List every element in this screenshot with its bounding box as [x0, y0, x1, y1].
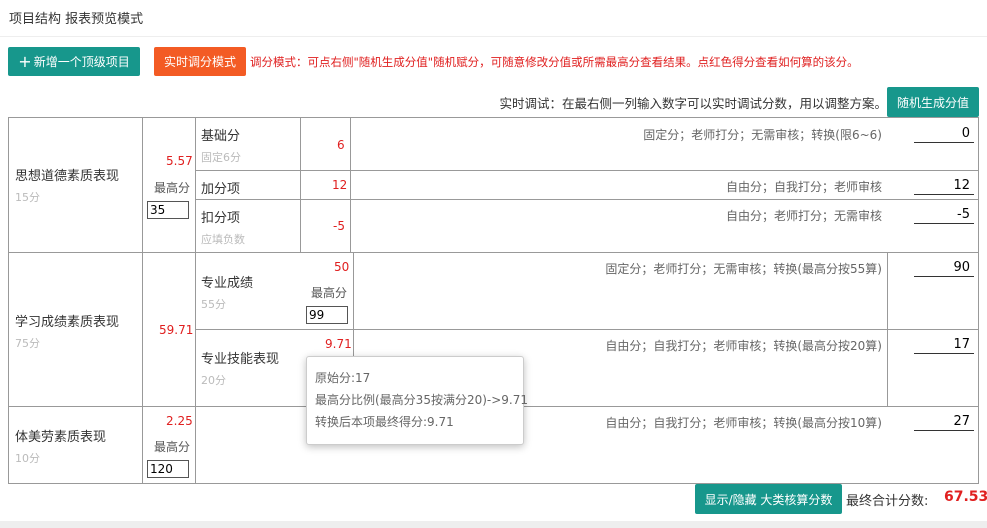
group-divider: [9, 252, 979, 253]
item-name: 加分项: [201, 182, 241, 197]
item-score[interactable]: 9.71: [325, 337, 352, 351]
title-divider: [0, 36, 987, 37]
toggle-category-score-button[interactable]: 显示/隐藏 大类核算分数: [695, 484, 842, 514]
col-divider: [300, 118, 301, 252]
max-score-label: 最高分: [154, 181, 191, 195]
random-score-button[interactable]: 随机生成分值: [887, 87, 979, 117]
item-name: 专业成绩: [201, 276, 254, 291]
item-name: 专业技能表现: [201, 352, 280, 367]
item-rule: 自由分；自我打分；老师审核；转换(最高分按10算): [605, 416, 882, 430]
bottom-scrollbar-track: [0, 521, 987, 528]
item-points: 固定6分: [201, 151, 241, 164]
plus-icon: +: [18, 51, 32, 71]
score-tooltip: 原始分:17 最高分比例(最高分35按满分20)->9.71 转换后本项最终得分…: [306, 356, 529, 445]
item-score-input[interactable]: [914, 176, 974, 195]
realtime-mode-button[interactable]: 实时调分模式: [154, 47, 246, 76]
item-name: 扣分项: [201, 211, 241, 226]
max-score-label: 最高分: [311, 286, 348, 300]
item-score[interactable]: -5: [333, 219, 345, 233]
group-name: 体美劳素质表现: [15, 430, 107, 445]
item-rule: 自由分；自我打分；老师审核；转换(最高分按20算): [605, 339, 882, 353]
row-divider: [195, 170, 979, 171]
tooltip-ratio: 最高分比例(最高分35按满分20)->9.71: [315, 393, 529, 407]
group-points: 75分: [15, 337, 40, 350]
item-rule: 固定分；老师打分；无需审核；转换(限6~6): [643, 128, 882, 142]
item-name: 基础分: [201, 129, 241, 144]
item-score-input[interactable]: [914, 335, 974, 354]
group-score[interactable]: 59.71: [159, 323, 193, 337]
row-divider: [195, 199, 979, 200]
row-divider: [195, 329, 979, 330]
item-score-input[interactable]: [914, 124, 974, 143]
max-score-input[interactable]: [306, 306, 348, 324]
max-score-label: 最高分: [154, 440, 191, 454]
final-score-label: 最终合计分数:: [846, 494, 929, 509]
item-score[interactable]: 12: [332, 178, 347, 192]
final-score-value: 67.53: [944, 489, 987, 505]
page-title: 项目结构 报表预览模式: [9, 12, 144, 27]
debug-hint: 实时调试：在最右侧一列输入数字可以实时调试分数，用以调整方案。: [499, 96, 887, 111]
add-top-item-label: 新增一个顶级项目: [33, 55, 130, 69]
item-score-input[interactable]: [914, 412, 974, 431]
tooltip-final: 转换后本项最终得分:9.71: [315, 415, 454, 429]
group-score[interactable]: 2.25: [166, 414, 193, 428]
item-score-input[interactable]: [914, 258, 974, 277]
group-name: 学习成绩素质表现: [15, 315, 120, 330]
item-points: 55分: [201, 298, 226, 311]
item-rule: 固定分；老师打分；无需审核；转换(最高分按55算): [605, 262, 882, 276]
item-points: 20分: [201, 374, 226, 387]
item-rule: 自由分；自我打分；老师审核: [725, 180, 882, 194]
col-divider: [142, 118, 143, 484]
item-rule: 自由分；老师打分；无需审核: [725, 209, 882, 223]
col-divider: [195, 118, 196, 484]
group-points: 15分: [15, 191, 40, 204]
max-score-input[interactable]: [147, 201, 189, 219]
col-divider: [887, 252, 888, 406]
item-points: 应填负数: [201, 233, 245, 246]
add-top-item-button[interactable]: + 新增一个顶级项目: [8, 47, 140, 76]
max-score-input[interactable]: [147, 460, 189, 478]
tooltip-raw-score: 原始分:17: [315, 371, 371, 385]
col-divider: [350, 118, 351, 252]
item-score-input[interactable]: [914, 205, 974, 224]
group-score[interactable]: 5.57: [166, 154, 193, 168]
group-name: 思想道德素质表现: [15, 169, 120, 184]
item-score[interactable]: 50: [334, 260, 349, 274]
group-points: 10分: [15, 452, 40, 465]
item-score[interactable]: 6: [337, 138, 345, 152]
mode-notice: 调分模式：可点右侧"随机生成分值"随机赋分，可随意修改分值或所需最高分查看结果。…: [250, 55, 859, 69]
